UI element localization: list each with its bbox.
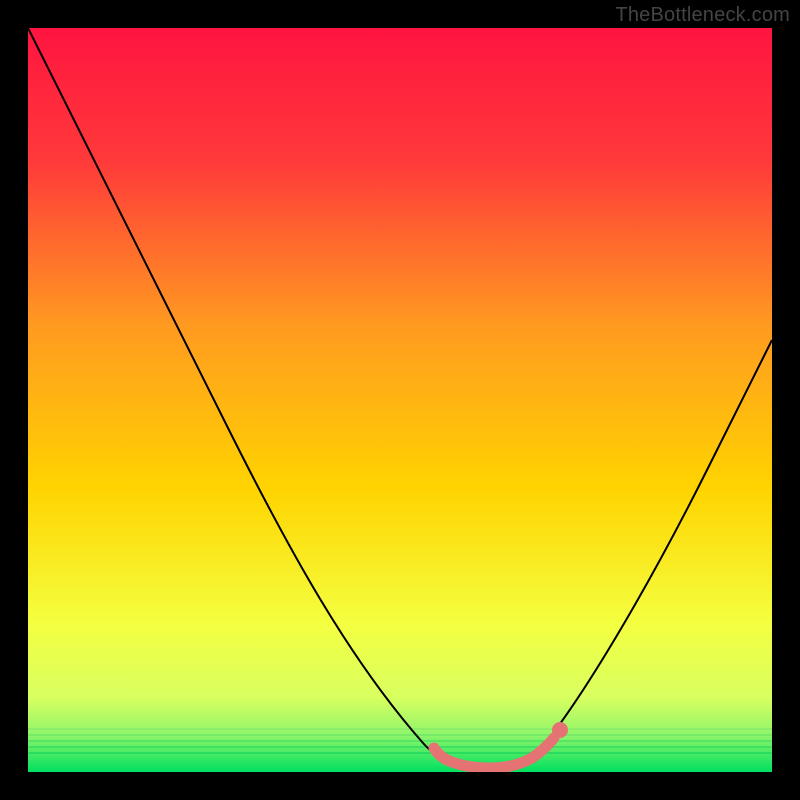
plot-area	[28, 28, 772, 772]
optimal-marker-dot	[552, 722, 568, 738]
chart-frame: TheBottleneck.com	[0, 0, 800, 800]
chart-svg	[28, 28, 772, 772]
watermark-text: TheBottleneck.com	[615, 4, 790, 27]
gradient-background	[28, 28, 772, 772]
